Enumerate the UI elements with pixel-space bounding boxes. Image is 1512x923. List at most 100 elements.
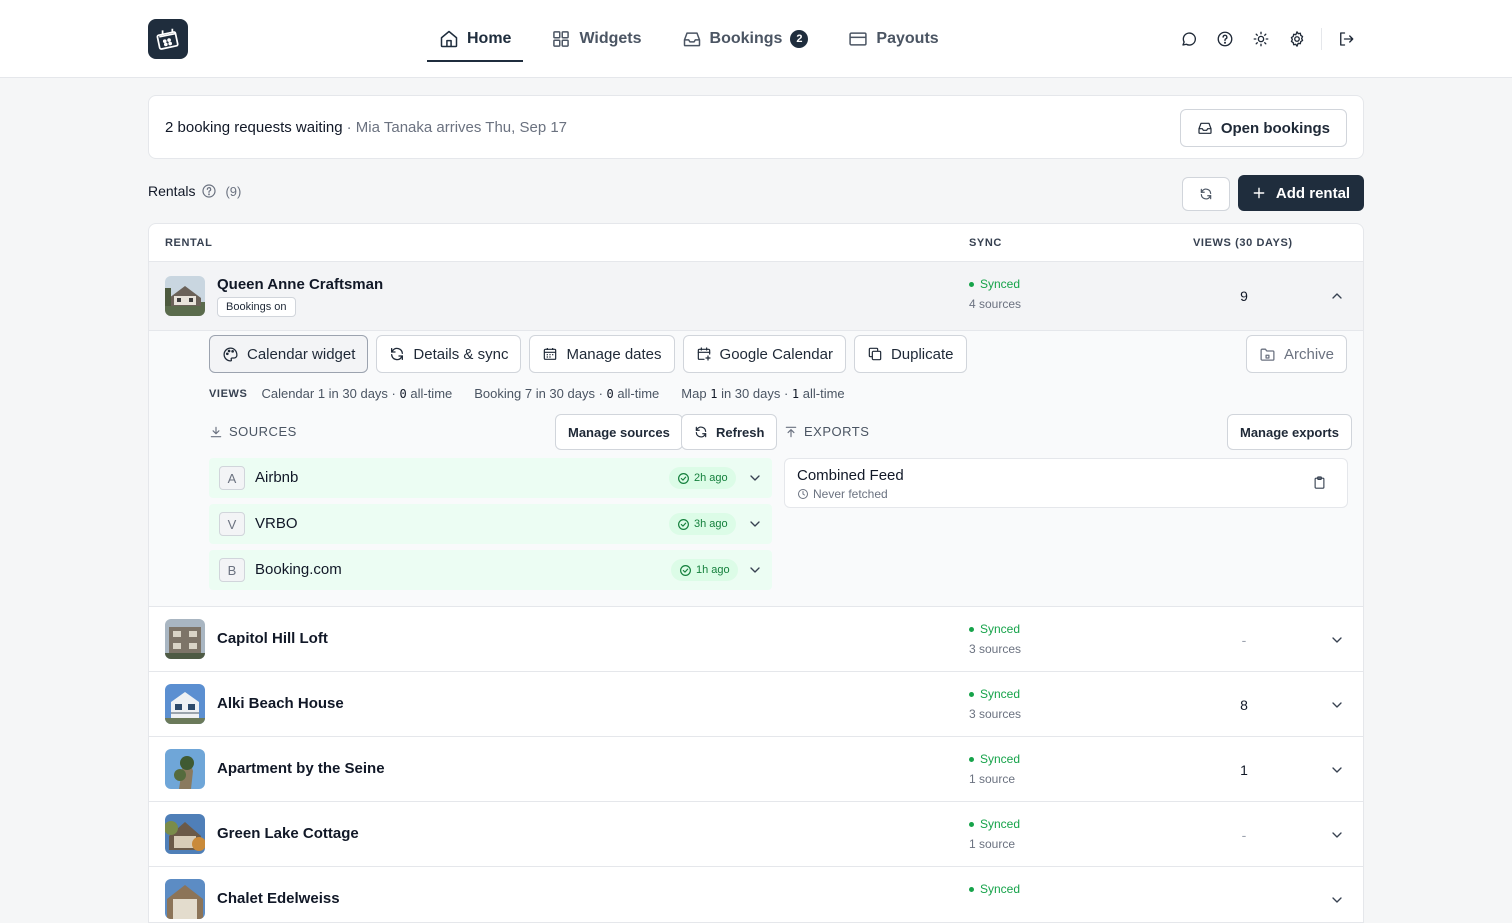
source-sync-badge: 1h ago — [671, 559, 738, 581]
source-sync-time: 3h ago — [694, 518, 728, 530]
nav-home[interactable]: Home — [427, 0, 524, 78]
chevron-up-icon[interactable] — [1329, 288, 1345, 304]
refresh-rentals-button[interactable] — [1182, 177, 1230, 211]
sync-sources: 4 sources — [969, 297, 1022, 311]
manage-sources-label: Manage sources — [568, 424, 670, 440]
add-rental-label: Add rental — [1275, 184, 1351, 202]
manage-exports-label: Manage exports — [1240, 424, 1339, 440]
views-count: 9 — [1240, 288, 1248, 304]
logout-icon — [1340, 32, 1354, 46]
chat-button[interactable] — [1171, 28, 1207, 50]
table-row[interactable]: Green Lake Cottage Synced 1 source - — [149, 802, 1363, 867]
rental-name[interactable]: Green Lake Cottage — [217, 825, 359, 842]
sync-sources: 1 source — [969, 837, 1016, 851]
rentals-table: RENTAL SYNC VIEWS (30 DAYS) Queen Anne C… — [148, 223, 1364, 923]
chevron-down-icon[interactable] — [1329, 762, 1345, 778]
rental-thumbnail — [165, 879, 205, 919]
views-map-30: 1 — [710, 387, 718, 401]
calendar-widget-label: Calendar widget — [247, 345, 356, 363]
credit-card-icon — [849, 32, 868, 46]
help-icon[interactable] — [201, 183, 217, 199]
rental-thumbnail — [165, 684, 205, 724]
add-rental-button[interactable]: Add rental — [1238, 175, 1364, 211]
table-row[interactable]: Chalet Edelweiss Synced — [149, 867, 1363, 922]
views-count: - — [1241, 827, 1247, 843]
sync-cell: Synced — [969, 882, 1020, 902]
chevron-down-icon[interactable] — [747, 470, 763, 486]
sync-sources: 3 sources — [969, 707, 1022, 721]
rental-name[interactable]: Alki Beach House — [217, 695, 344, 712]
refresh-sources-button[interactable]: Refresh — [681, 414, 778, 450]
sync-cell: Synced 3 sources — [969, 622, 1021, 656]
source-item-airbnb[interactable]: A Airbnb 2h ago — [209, 458, 772, 498]
palette-icon — [223, 346, 238, 362]
nav-home-label: Home — [467, 30, 512, 47]
bookings-count-badge: 2 — [790, 30, 809, 48]
gear-icon — [1290, 31, 1304, 47]
sync-status-label: Synced — [980, 277, 1021, 291]
chevron-down-icon[interactable] — [1329, 632, 1345, 648]
sync-status: Synced — [969, 817, 1020, 831]
manage-exports-button[interactable]: Manage exports — [1227, 414, 1352, 450]
nav-widgets-label: Widgets — [579, 30, 642, 47]
nav-widgets[interactable]: Widgets — [539, 0, 653, 78]
duplicate-button[interactable]: Duplicate — [853, 335, 967, 373]
refresh-icon — [391, 347, 404, 361]
logout-button[interactable] — [1328, 28, 1364, 50]
details-sync-button[interactable]: Details & sync — [376, 335, 522, 373]
rental-name[interactable]: Chalet Edelweiss — [217, 890, 340, 907]
archive-button[interactable]: Archive — [1246, 335, 1348, 373]
chevron-down-icon[interactable] — [1329, 892, 1345, 908]
exports-section-label: EXPORTS — [784, 424, 869, 439]
clipboard-icon[interactable] — [1312, 475, 1327, 490]
manage-dates-button[interactable]: Manage dates — [529, 335, 675, 373]
nav-bookings[interactable]: Bookings 2 — [670, 0, 821, 78]
calendar-widget-button[interactable]: Calendar widget — [209, 335, 369, 373]
details-sync-label: Details & sync — [413, 345, 509, 363]
help-button[interactable] — [1207, 28, 1243, 50]
views-calendar-text: Calendar 1 in 30 days · — [261, 386, 396, 401]
col-rental: RENTAL — [165, 237, 213, 249]
chat-icon — [1182, 32, 1197, 46]
rental-name[interactable]: Capitol Hill Loft — [217, 630, 328, 647]
chevron-down-icon[interactable] — [747, 562, 763, 578]
rental-name[interactable]: Queen Anne Craftsman — [217, 276, 383, 293]
export-combined-feed[interactable]: Combined Feed Never fetched — [784, 458, 1348, 508]
source-item-vrbo[interactable]: V VRBO 3h ago — [209, 504, 772, 544]
plus-icon — [1253, 187, 1265, 199]
sync-status-label: Synced — [980, 817, 1021, 831]
manage-sources-button[interactable]: Manage sources — [555, 414, 683, 450]
views-map-label: Map — [681, 386, 707, 401]
table-row[interactable]: Capitol Hill Loft Synced 3 sources - — [149, 607, 1363, 672]
rental-name[interactable]: Apartment by the Seine — [217, 760, 385, 777]
sync-dot — [969, 756, 974, 762]
sync-status-label: Synced — [980, 882, 1021, 896]
check-circle-icon — [680, 564, 691, 576]
google-calendar-button[interactable]: Google Calendar — [682, 335, 846, 373]
theme-toggle-button[interactable] — [1243, 28, 1279, 50]
nav-payouts[interactable]: Payouts — [836, 0, 950, 78]
table-row[interactable]: Queen Anne Craftsman Bookings on Synced … — [149, 262, 1363, 331]
booking-requests-banner: 2 booking requests waiting · Mia Tanaka … — [148, 95, 1364, 159]
settings-button[interactable] — [1279, 28, 1315, 50]
header-divider — [1321, 28, 1322, 50]
source-name: VRBO — [255, 515, 298, 532]
views-map-mid: in 30 days · — [721, 386, 789, 401]
sync-status: Synced — [969, 277, 1021, 291]
source-sync-badge: 2h ago — [669, 467, 736, 489]
archive-label: Archive — [1284, 345, 1335, 363]
inbox-icon — [683, 32, 700, 47]
table-row[interactable]: Apartment by the Seine Synced 1 source 1 — [149, 737, 1363, 802]
chevron-down-icon[interactable] — [1329, 827, 1345, 843]
open-bookings-button[interactable]: Open bookings — [1179, 109, 1347, 147]
col-sync: SYNC — [969, 237, 1002, 249]
chevron-down-icon[interactable] — [1329, 697, 1345, 713]
chevron-down-icon[interactable] — [747, 516, 763, 532]
app-logo[interactable] — [148, 19, 188, 59]
source-item-booking-com[interactable]: B Booking.com 1h ago — [209, 550, 772, 590]
download-icon — [210, 426, 222, 437]
inbox-icon — [1198, 122, 1212, 134]
sync-status-label: Synced — [980, 622, 1021, 636]
table-row[interactable]: Alki Beach House Synced 3 sources 8 — [149, 672, 1363, 737]
sync-status-label: Synced — [980, 687, 1021, 701]
